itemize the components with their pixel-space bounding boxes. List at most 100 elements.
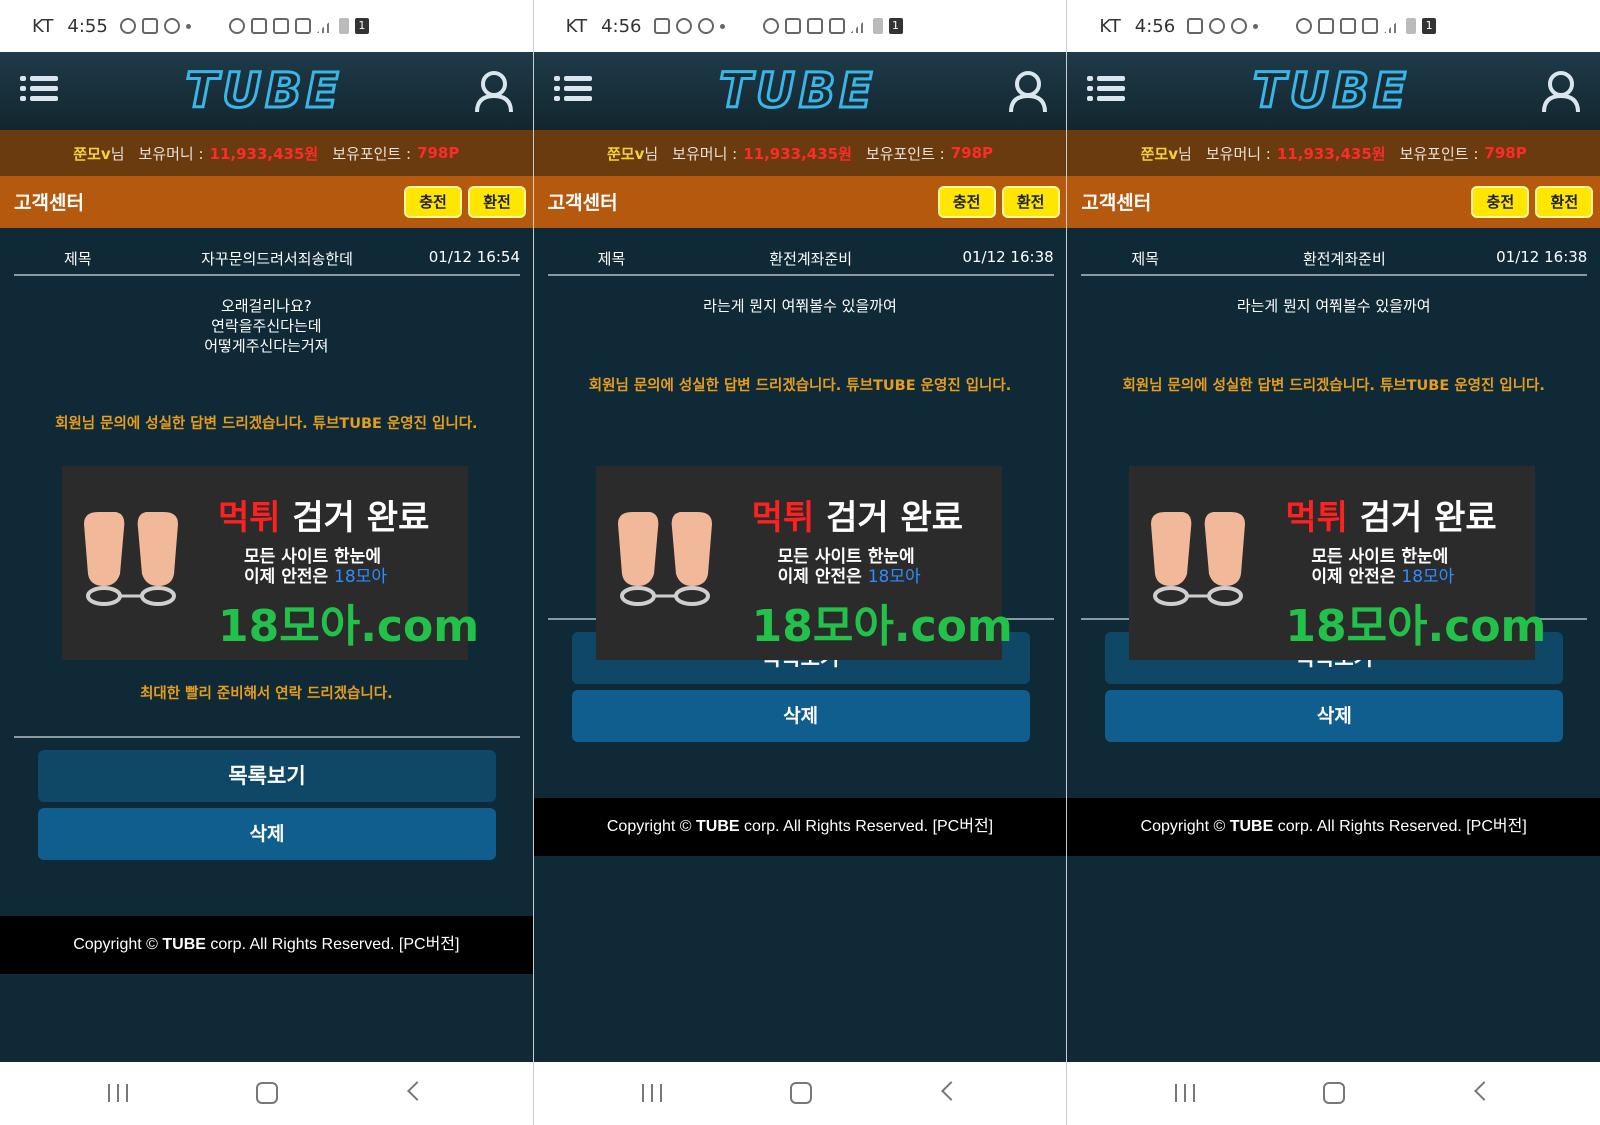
section-bar: 고객센터 충전 환전 [1067, 176, 1600, 228]
ad-url: 18모아.com [1285, 601, 1547, 652]
ad-url: 18모아.com [751, 601, 1013, 652]
mute-icon [250, 18, 267, 34]
screenshot-collage: KT 4:55 1 TUBE 쭌모v님 보유머니: 11,933,435원 보… [0, 0, 1600, 1125]
site-logo[interactable]: TUBE [1241, 65, 1421, 118]
ad-banner[interactable]: 먹튀 검거 완료 모든 사이트 한눈에 이제 안전은 18모아 18모아.com [595, 466, 1013, 660]
hd-icon [806, 18, 823, 34]
gallery-icon [653, 18, 670, 34]
ad-line-2: 이제 안전은 18모아 [777, 567, 921, 587]
points-value: 798P [1484, 144, 1527, 162]
user-info-bar: 쭌모v님 보유머니 : 11,933,435원 보유포인트 : 798P [1067, 130, 1600, 176]
clock: 4:56 [1134, 15, 1176, 37]
back-icon[interactable] [940, 1081, 961, 1101]
footer: Copyright © TUBE corp. All Rights Reserv… [533, 798, 1067, 856]
back-icon[interactable] [1474, 1081, 1495, 1101]
back-icon[interactable] [407, 1081, 427, 1101]
phone-screen-1: KT 4:55 1 TUBE 쭌모v님 보유머니: 11,933,435원 보… [0, 0, 533, 1125]
section-title: 고객센터 [14, 192, 84, 214]
signal-icon [850, 19, 867, 33]
charge-button[interactable]: 충전 [1471, 186, 1530, 218]
ad-banner[interactable]: 먹튀 검거 완료 모든 사이트 한눈에 이제 안전은 18모아 18모아.com [1129, 466, 1546, 660]
carrier: KT [32, 15, 54, 37]
site-logo[interactable]: TUBE [708, 65, 888, 118]
money-label: 보유머니 : [138, 144, 204, 163]
charge-button[interactable]: 충전 [404, 186, 462, 218]
5g-icon [828, 18, 845, 34]
exchange-button[interactable]: 환전 [1001, 186, 1060, 218]
money-value: 11,933,435원 [743, 144, 852, 163]
gallery-icon [1187, 18, 1204, 34]
points-value: 798P [950, 144, 994, 162]
divider [14, 736, 520, 738]
status-bar: KT 4:55 1 [0, 0, 533, 52]
mute-icon [784, 18, 801, 34]
android-nav-bar [0, 1062, 533, 1125]
recent-apps-icon[interactable] [108, 1084, 130, 1102]
user-icon[interactable] [1008, 70, 1048, 114]
ad-title: 먹튀 검거 완료 [1285, 498, 1497, 538]
user-info-bar: 쭌모v님 보유머니 : 11,933,435원 보유포인트 : 798P [0, 130, 533, 176]
recent-apps-icon[interactable] [641, 1084, 664, 1102]
post-date: 01/12 16:38 [1496, 248, 1588, 266]
subject-row: 제목 환전계좌준비 01/12 16:38 [547, 242, 1054, 276]
sync-icon [675, 18, 692, 34]
recent-apps-icon[interactable] [1175, 1084, 1198, 1102]
gallery-icon [141, 18, 158, 34]
notification-count-icon: 1 [888, 18, 903, 34]
post-date: 01/12 16:38 [962, 248, 1054, 266]
alarm-icon [1296, 18, 1313, 34]
menu-icon[interactable] [553, 74, 592, 104]
admin-answer: 회원님 문의에 성실한 답변 드리겠습니다. 튜브TUBE 운영진 입니다. [1122, 378, 1545, 394]
delete-button[interactable]: 삭제 [1105, 690, 1564, 742]
post-body-line: 오래걸리나요? [220, 297, 312, 315]
ad-line-2: 이제 안전은 18모아 [1311, 567, 1455, 587]
carrier: KT [565, 15, 588, 37]
exchange-button[interactable]: 환전 [1535, 186, 1594, 218]
menu-icon[interactable] [20, 74, 58, 104]
home-icon[interactable] [789, 1082, 812, 1104]
hd-icon [272, 18, 289, 34]
post-body-line: 어떻게주신다는거져 [204, 337, 329, 355]
honorific: 님 [1178, 144, 1192, 163]
user-info-bar: 쭌모v님 보유머니 : 11,933,435원 보유포인트 : 798P [533, 130, 1067, 176]
post-content: 제목 환전계좌준비 01/12 16:38 라는게 뭔지 여쭤볼수 있을까여 회… [1067, 228, 1600, 1062]
list-button[interactable]: 목록보기 [38, 750, 496, 802]
home-icon[interactable] [1323, 1082, 1346, 1104]
admin-answer: 회원님 문의에 성실한 답변 드리겠습니다. 튜브TUBE 운영진 입니다. [588, 378, 1012, 394]
app-header: TUBE [533, 52, 1067, 130]
menu-icon[interactable] [1087, 74, 1126, 104]
ad-title: 먹튀 검거 완료 [751, 498, 964, 538]
more-dot-icon [719, 23, 725, 29]
admin-answer: 회원님 문의에 성실한 답변 드리겠습니다. 튜브TUBE 운영진 입니다. [55, 416, 478, 432]
signal-icon [1384, 19, 1401, 33]
username: 쭌모v [73, 144, 111, 163]
delete-button[interactable]: 삭제 [38, 808, 496, 860]
phone-screen-3: KT 4:56 1 TUBE 쭌모v님 보유머니: 11,933,435원 보… [1067, 0, 1600, 1125]
home-icon[interactable] [256, 1082, 278, 1104]
app-header: TUBE [0, 52, 533, 130]
points-value: 798P [417, 144, 460, 162]
notification-count-icon: 1 [1422, 18, 1437, 34]
section-bar: 고객센터 충전 환전 [533, 176, 1067, 228]
points-label: 보유포인트 : [1399, 144, 1479, 163]
username: 쭌모v [606, 144, 645, 163]
section-title: 고객센터 [1081, 192, 1152, 214]
notification-count-icon: 1 [354, 18, 369, 34]
sync-icon [119, 18, 136, 34]
charge-button[interactable]: 충전 [937, 186, 996, 218]
money-value: 11,933,435원 [209, 144, 319, 163]
signal-icon [316, 19, 333, 33]
footer: Copyright © TUBE corp. All Rights Reserv… [0, 916, 533, 974]
cloud-icon [1231, 18, 1248, 34]
delete-button[interactable]: 삭제 [571, 690, 1030, 742]
ad-line-2: 이제 안전은 18모아 [244, 567, 387, 587]
user-icon[interactable] [474, 70, 514, 114]
ad-banner[interactable]: 먹튀 검거 완료 모든 사이트 한눈에 이제 안전은 18모아 18모아.com [62, 466, 479, 660]
site-logo[interactable]: TUBE [174, 65, 354, 118]
user-icon[interactable] [1541, 70, 1581, 114]
phone-screen-2: KT 4:56 1 TUBE 쭌모v님 보유머니: 11,933,435원 보… [533, 0, 1067, 1125]
post-body-line: 라는게 뭔지 여쭤볼수 있을까여 [1236, 297, 1431, 315]
exchange-button[interactable]: 환전 [468, 186, 526, 218]
battery-icon [1406, 18, 1417, 34]
clock: 4:56 [601, 15, 642, 37]
